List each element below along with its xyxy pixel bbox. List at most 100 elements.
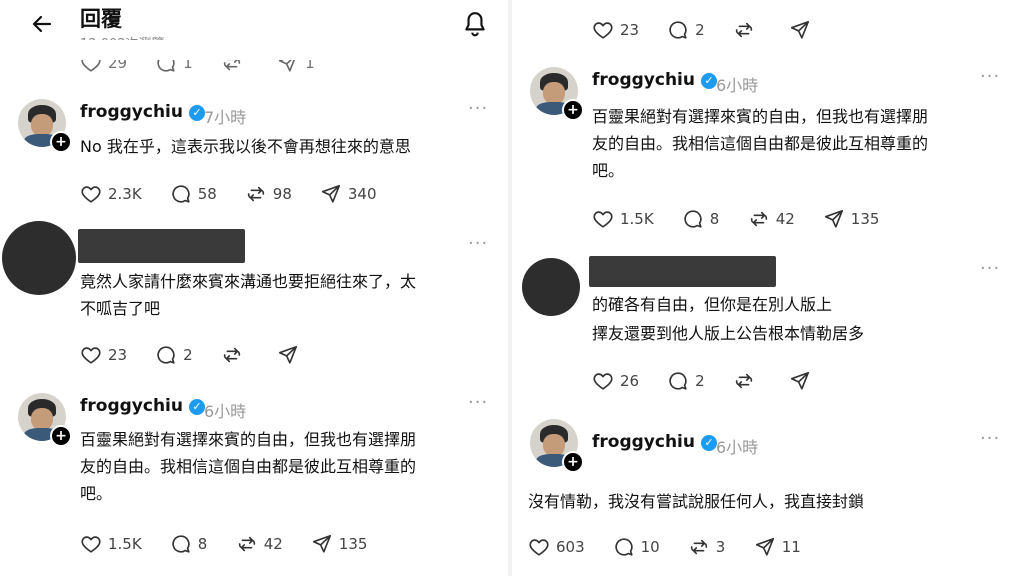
repost-button[interactable] [733,19,761,41]
post-time: 6小時 [716,76,759,95]
like-button[interactable]: 1.5K [592,208,654,230]
username[interactable]: froggychiu ✓ [592,432,717,452]
like-count: 1.5K [108,535,142,553]
post-text-line: 竟然人家請什麼來賓來溝通也要拒絕往來了，太 [80,272,417,291]
heart-icon [592,370,614,392]
like-button[interactable]: 26 [592,370,639,392]
username[interactable]: froggychiu ✓ [592,70,717,90]
follow-plus-icon[interactable]: + [562,451,584,473]
more-options-icon[interactable]: ··· [980,66,1000,87]
bell-icon[interactable] [462,10,488,38]
follow-plus-icon[interactable]: + [50,131,72,153]
repost-count: 98 [272,185,292,203]
reply-count: 8 [709,210,720,228]
like-count: 2.3K [108,185,142,203]
share-button[interactable] [789,19,817,41]
reply-icon [682,208,704,230]
follow-plus-icon[interactable]: + [50,425,72,447]
verified-badge-icon: ✓ [701,73,717,89]
reply-count: 2 [695,21,705,39]
action-bar: 23 2 [80,344,333,366]
post-text-line: 不呱吉了吧 [80,299,161,318]
avatar[interactable]: + [18,99,72,153]
post-time: 7小時 [204,108,247,127]
action-bar: 1.5K 8 42 135 [592,208,907,230]
reply-count: 8 [197,535,208,553]
repost-button[interactable]: 42 [236,533,283,555]
reply-button[interactable]: 2 [155,344,193,366]
repost-count: 3 [715,538,726,556]
verified-badge-icon: ✓ [701,435,717,451]
like-count: 23 [620,21,640,39]
avatar[interactable]: + [530,67,584,121]
share-button[interactable]: 135 [311,533,368,555]
share-icon [320,183,342,205]
share-button[interactable] [277,344,305,366]
post-text-line: 擇友還要到他人版上公告根本情勒居多 [592,324,865,343]
reply-button[interactable]: 2 [667,370,705,392]
repost-icon [236,533,258,555]
action-bar: 26 2 [592,370,845,392]
share-button[interactable]: 135 [823,208,880,230]
share-count: 135 [850,210,880,228]
post-text-line: 百靈果絕對有選擇來賓的自由，但我也有選擇朋 [80,430,417,449]
like-count: 26 [620,372,640,390]
more-options-icon[interactable]: ··· [468,233,488,254]
like-button[interactable]: 23 [592,19,639,41]
verified-badge-icon: ✓ [189,399,205,415]
username[interactable]: froggychiu ✓ [80,102,205,122]
share-button[interactable] [789,370,817,392]
redacted-username [78,229,245,263]
repost-button[interactable] [221,344,249,366]
left-screenshot-panel: 回覆 12,002次瀏覽 29 1 1 + froggychiu✓ 7小時 ··… [0,0,508,576]
heart-icon [592,19,614,41]
share-button[interactable]: 340 [320,183,377,205]
avatar[interactable]: + [18,393,72,447]
post-text: 沒有情勒，我沒有嘗試說服任何人，我直接封鎖 [528,492,865,511]
like-button[interactable]: 23 [80,344,127,366]
more-options-icon[interactable]: ··· [468,98,488,119]
share-count: 340 [347,185,377,203]
repost-count: 42 [263,535,283,553]
redacted-avatar[interactable] [522,258,580,316]
repost-button[interactable]: 3 [688,536,726,558]
username[interactable]: froggychiu ✓ [80,396,205,416]
like-button[interactable]: 2.3K [80,183,142,205]
redacted-avatar[interactable] [2,221,76,295]
right-screenshot-panel: 23 2 + froggychiu ✓ 6小時 ··· 百靈果絕對有選擇來賓的自由… [512,0,1024,576]
like-button[interactable]: 603 [528,536,585,558]
like-count: 23 [108,346,128,364]
post-text-line: 友的自由。我相信這個自由都是彼此互相尊重的 [80,457,417,476]
more-options-icon[interactable]: ··· [468,392,488,413]
heart-icon [528,536,550,558]
reply-button[interactable]: 58 [170,183,217,205]
reply-button[interactable]: 10 [613,536,660,558]
reply-icon [155,344,177,366]
share-button[interactable]: 11 [754,536,801,558]
repost-icon [688,536,710,558]
repost-count: 42 [775,210,795,228]
heart-icon [80,183,102,205]
share-count: 135 [338,535,368,553]
repost-button[interactable]: 98 [245,183,292,205]
reply-icon [613,536,635,558]
avatar[interactable]: + [530,419,584,473]
repost-button[interactable] [733,370,761,392]
follow-plus-icon[interactable]: + [562,99,584,121]
post-time: 6小時 [204,402,247,421]
reply-button[interactable]: 8 [170,533,208,555]
page-title: 回覆 [80,7,122,31]
action-bar: 1.5K 8 42 135 [80,533,395,555]
more-options-icon[interactable]: ··· [980,258,1000,279]
repost-icon [245,183,267,205]
like-button[interactable]: 1.5K [80,533,142,555]
back-arrow-icon[interactable] [30,12,54,36]
post-text: No 我在乎，這表示我以後不會再想往來的意思 [80,137,411,156]
reply-count: 10 [640,538,660,556]
reply-button[interactable]: 8 [682,208,720,230]
repost-button[interactable]: 42 [748,208,795,230]
more-options-icon[interactable]: ··· [980,428,1000,449]
reply-button[interactable]: 2 [667,19,705,41]
reply-count: 2 [183,346,193,364]
reply-icon [667,19,689,41]
